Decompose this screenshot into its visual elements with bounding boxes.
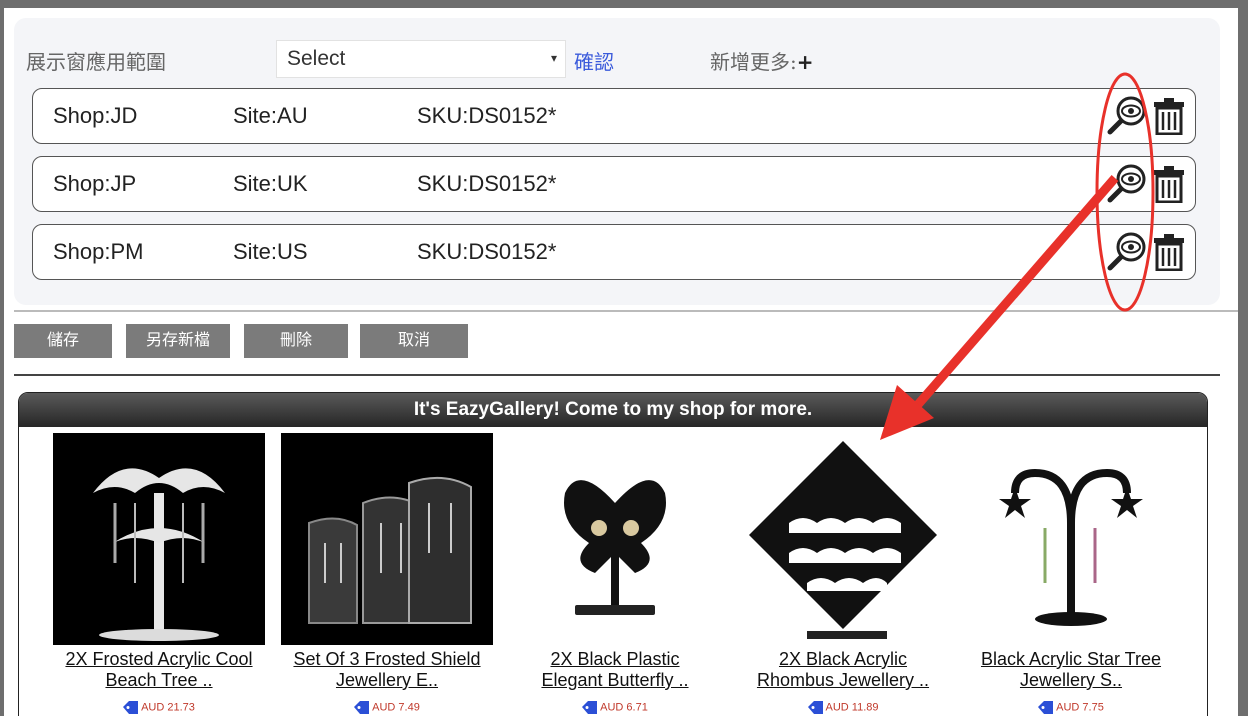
product-price: AUD 11.89 [725, 701, 961, 714]
showcase-config-panel: 展示窗應用範圍 Select ▾ 確認 新增更多:+ Shop:JD Site:… [14, 18, 1220, 305]
scope-label: 展示窗應用範圍 [26, 50, 166, 74]
product-name-line: Black Acrylic Star Tree [980, 649, 1162, 669]
product-name-line: Rhombus Jewellery .. [756, 670, 930, 690]
product-name-line: Set Of 3 Frosted Shield [293, 649, 481, 669]
magnifier-eye-icon[interactable] [1107, 163, 1147, 203]
product-price: AUD 21.73 [41, 701, 277, 714]
rule-sku: SKU:DS0152* [417, 239, 557, 264]
rule-site: Site:US [233, 239, 308, 264]
product-name[interactable]: 2X Black Acrylic Rhombus Jewellery .. [725, 649, 961, 691]
product-card[interactable]: 2X Black Plastic Elegant Butterfly .. AUD… [497, 433, 727, 716]
price-text: AUD 7.49 [372, 701, 420, 714]
product-name[interactable]: 2X Frosted Acrylic Cool Beach Tree .. [41, 649, 277, 691]
confirm-link[interactable]: 確認 [574, 46, 614, 75]
action-bar: 儲存 另存新檔 刪除 取消 [14, 310, 1238, 376]
scope-select-value: Select [287, 47, 346, 70]
price-text: AUD 7.75 [1056, 701, 1104, 714]
product-image[interactable] [737, 433, 949, 645]
save-button[interactable]: 儲存 [14, 324, 112, 358]
rule-site: Site:AU [233, 103, 308, 128]
cancel-button[interactable]: 取消 [360, 324, 468, 358]
product-image[interactable] [281, 433, 493, 645]
save-as-button[interactable]: 另存新檔 [126, 324, 230, 358]
scope-select[interactable]: Select ▾ [276, 40, 566, 78]
page-frame: 展示窗應用範圍 Select ▾ 確認 新增更多:+ Shop:JD Site:… [4, 8, 1238, 716]
product-image[interactable] [965, 433, 1177, 645]
dropdown-caret-icon: ▾ [550, 51, 557, 65]
magnifier-eye-icon[interactable] [1107, 95, 1147, 135]
add-more-label: 新增更多: [710, 50, 797, 74]
product-name-line: Jewellery S.. [1019, 670, 1123, 690]
product-name-line: Beach Tree .. [105, 670, 213, 690]
product-price: AUD 7.49 [269, 701, 505, 714]
divider [14, 374, 1220, 376]
product-name[interactable]: Set Of 3 Frosted Shield Jewellery E.. [269, 649, 505, 691]
trash-icon[interactable] [1151, 233, 1187, 271]
product-card[interactable]: Set Of 3 Frosted Shield Jewellery E.. AUD… [269, 433, 499, 716]
rule-sku: SKU:DS0152* [417, 171, 557, 196]
rule-site: Site:UK [233, 171, 308, 196]
product-name-line: Elegant Butterfly .. [541, 670, 689, 690]
product-card[interactable]: Black Acrylic Star Tree Jewellery S.. AUD… [953, 433, 1183, 716]
rule-shop: Shop:JP [53, 171, 137, 196]
product-price: AUD 7.75 [953, 701, 1189, 714]
rule-row: Shop:PM Site:US SKU:DS0152* [32, 224, 1196, 280]
price-tag-icon [807, 701, 823, 714]
product-name[interactable]: 2X Black Plastic Elegant Butterfly .. [497, 649, 733, 691]
price-tag-icon [354, 701, 370, 714]
trash-icon[interactable] [1151, 97, 1187, 135]
product-name-line: Jewellery E.. [335, 670, 439, 690]
plus-icon[interactable]: + [797, 50, 814, 74]
product-name-line: 2X Black Plastic [550, 649, 680, 669]
trash-icon[interactable] [1151, 165, 1187, 203]
product-name-line: 2X Frosted Acrylic Cool [65, 649, 253, 669]
product-image[interactable] [509, 433, 721, 645]
rule-shop: Shop:JD [53, 103, 138, 128]
rule-sku: SKU:DS0152* [417, 103, 557, 128]
rule-row: Shop:JD Site:AU SKU:DS0152* [32, 88, 1196, 144]
config-header: 展示窗應用範圍 Select ▾ 確認 新增更多:+ [26, 40, 1206, 78]
rule-shop: Shop:PM [53, 239, 144, 264]
price-text: AUD 11.89 [825, 701, 879, 714]
price-tag-icon [582, 701, 598, 714]
product-card[interactable]: 2X Black Acrylic Rhombus Jewellery .. AUD… [725, 433, 955, 716]
price-tag-icon [1038, 701, 1054, 714]
product-price: AUD 6.71 [497, 701, 733, 714]
gallery-title: It's EazyGallery! Come to my shop for mo… [19, 393, 1207, 427]
magnifier-eye-icon[interactable] [1107, 231, 1147, 271]
product-name-line: 2X Black Acrylic [778, 649, 908, 669]
product-name[interactable]: Black Acrylic Star Tree Jewellery S.. [953, 649, 1189, 691]
eazygallery-preview: It's EazyGallery! Come to my shop for mo… [18, 392, 1208, 716]
product-image[interactable] [53, 433, 265, 645]
delete-button[interactable]: 刪除 [244, 324, 348, 358]
price-tag-icon [123, 701, 139, 714]
rule-row: Shop:JP Site:UK SKU:DS0152* [32, 156, 1196, 212]
add-more[interactable]: 新增更多:+ [710, 46, 814, 75]
product-card[interactable]: 2X Frosted Acrylic Cool Beach Tree .. AUD… [41, 433, 271, 716]
price-text: AUD 6.71 [600, 701, 648, 714]
price-text: AUD 21.73 [141, 701, 195, 714]
